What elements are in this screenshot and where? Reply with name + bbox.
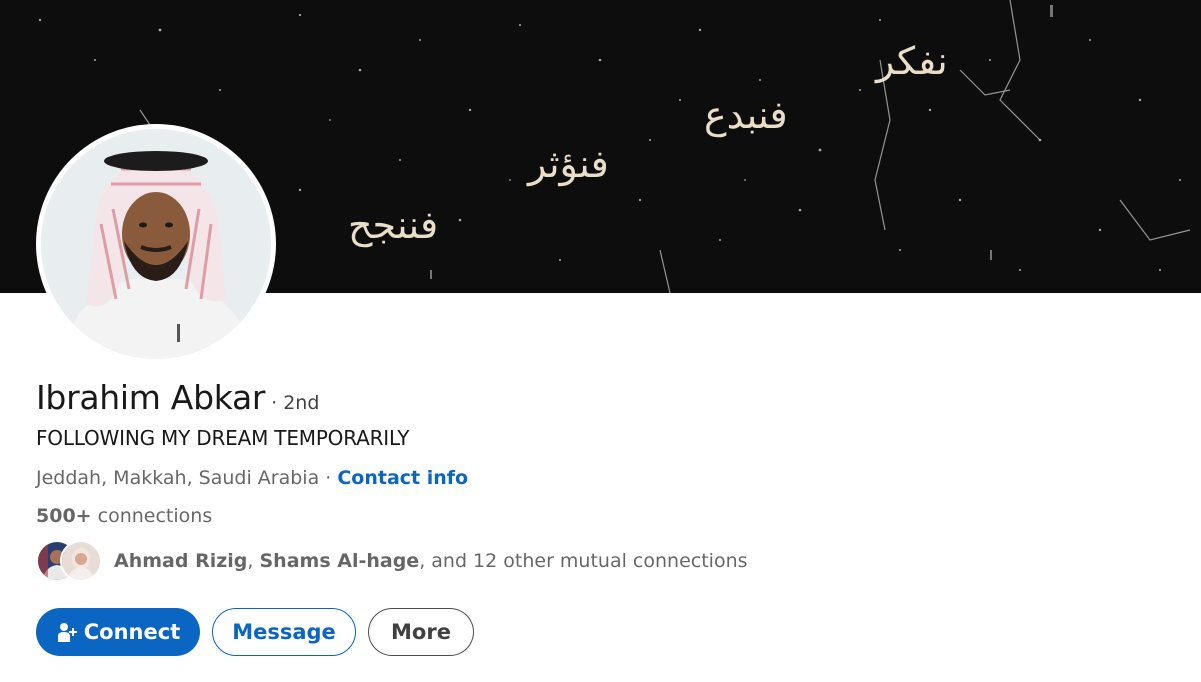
mutual-name-2: Shams Al-hage	[259, 550, 420, 572]
banner-word-3: فنؤثر	[528, 142, 609, 186]
profile-headline: FOLLOWING MY DREAM TEMPORARILY	[36, 426, 410, 450]
profile-location: Jeddah, Makkah, Saudi Arabia	[36, 467, 320, 489]
banner-word-4: فننجح	[348, 203, 439, 247]
connections-count[interactable]: 500+ connections	[36, 505, 212, 527]
mutual-name-1: Ahmad Rizig	[114, 550, 248, 572]
message-label: Message	[232, 620, 336, 644]
more-label: More	[391, 620, 451, 644]
name-row: Ibrahim Abkar · 2nd	[36, 378, 319, 417]
add-person-icon	[56, 621, 78, 643]
connection-degree: · 2nd	[271, 392, 320, 414]
banner-word-2: فنبدع	[704, 93, 788, 137]
mutual-avatar-2	[60, 540, 102, 582]
location-separator: ·	[319, 467, 338, 489]
profile-name: Ibrahim Abkar	[36, 378, 266, 417]
more-button[interactable]: More	[368, 608, 474, 656]
mutual-comma: ,	[247, 550, 260, 572]
mutual-connections-text: Ahmad Rizig, Shams Al-hage, and 12 other…	[114, 550, 748, 572]
contact-info-link[interactable]: Contact info	[337, 467, 468, 489]
connections-label: connections	[91, 505, 213, 527]
profile-photo[interactable]	[36, 124, 276, 364]
profile-actions: Connect Message More	[36, 608, 474, 656]
banner-word-1: نفكر	[876, 39, 948, 83]
profile-photo-image	[41, 129, 271, 359]
connections-number: 500+	[36, 505, 92, 527]
message-button[interactable]: Message	[212, 608, 356, 656]
mutual-rest: , and 12 other mutual connections	[419, 550, 748, 572]
connect-label: Connect	[83, 620, 181, 644]
location-row: Jeddah, Makkah, Saudi Arabia · Contact i…	[36, 467, 468, 489]
mutual-avatars	[36, 539, 106, 583]
mutual-connections[interactable]: Ahmad Rizig, Shams Al-hage, and 12 other…	[36, 539, 748, 583]
connect-button[interactable]: Connect	[36, 608, 200, 656]
